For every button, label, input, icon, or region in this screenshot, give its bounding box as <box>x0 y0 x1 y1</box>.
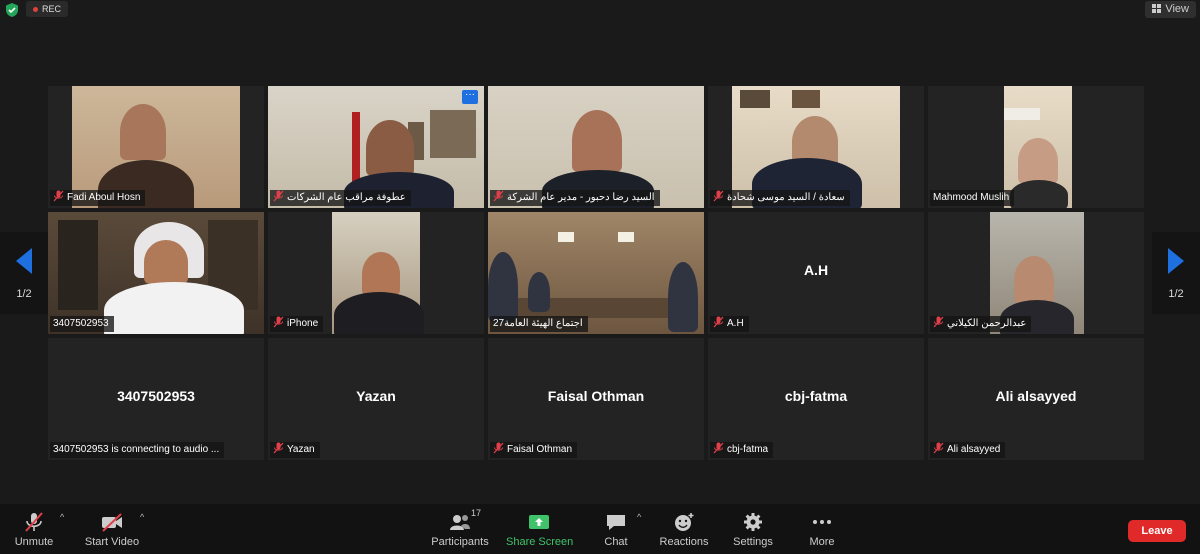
video-tile[interactable]: Fadi Aboul Hosn <box>48 86 264 208</box>
participant-name-tag: Mahmood Muslih <box>930 190 1015 206</box>
participant-display-name: Faisal Othman <box>547 388 645 404</box>
participant-name-tag: السيد رضا دحبور - مدير عام الشركة <box>490 190 660 206</box>
mic-muted-icon <box>713 190 724 202</box>
video-tile[interactable]: السيد رضا دحبور - مدير عام الشركة <box>488 86 704 208</box>
video-tile[interactable]: Faisal Othman Faisal Othman <box>488 338 704 460</box>
participant-display-name: Yazan <box>356 388 396 404</box>
video-tile[interactable]: A.H A.H <box>708 212 924 334</box>
reactions-button[interactable]: Reactions <box>658 504 710 554</box>
participant-name-tag: Ali alsayyed <box>930 442 1006 458</box>
next-page-button[interactable]: 1/2 <box>1152 232 1200 314</box>
participants-icon <box>450 515 470 530</box>
participant-display-name: 3407502953 <box>117 388 195 404</box>
encryption-shield-icon[interactable] <box>4 2 20 18</box>
recording-dot-icon <box>33 7 38 13</box>
chat-options-caret-icon[interactable]: ^ <box>637 512 641 522</box>
mic-muted-icon <box>53 190 64 202</box>
audio-options-caret-icon[interactable]: ^ <box>60 512 64 522</box>
mic-muted-icon <box>273 190 284 202</box>
mic-muted-icon <box>493 190 504 202</box>
mic-muted-icon <box>713 442 724 454</box>
page-indicator: 1/2 <box>1168 288 1184 300</box>
participant-name-tag: 3407502953 is connecting to audio ... <box>50 442 225 458</box>
video-tile[interactable]: ··· عطوفة مراقب عام الشركات <box>268 86 484 208</box>
tile-options-button[interactable]: ··· <box>462 90 478 104</box>
mic-muted-icon <box>713 316 724 328</box>
video-tile[interactable]: cbj-fatma cbj-fatma <box>708 338 924 460</box>
video-tile[interactable]: iPhone <box>268 212 484 334</box>
meeting-toolbar: Unmute ^ Start Video ^ Participants 17 S… <box>0 504 1200 554</box>
participant-name-tag: Fadi Aboul Hosn <box>50 190 146 206</box>
participant-display-name: cbj-fatma <box>784 388 848 404</box>
participant-name-tag: 3407502953 <box>50 316 114 332</box>
participant-name-tag: Faisal Othman <box>490 442 578 458</box>
participant-name-tag: iPhone <box>270 316 324 332</box>
video-tile[interactable]: Yazan Yazan <box>268 338 484 460</box>
video-tile[interactable]: 3407502953 3407502953 is connecting to a… <box>48 338 264 460</box>
video-tile[interactable]: عبدالرحمن الكيلاني <box>928 212 1144 334</box>
video-off-icon <box>102 513 122 532</box>
participants-count-badge: 17 <box>471 508 482 518</box>
participant-video <box>332 212 424 334</box>
mic-muted-icon <box>933 442 944 454</box>
settings-button[interactable]: Settings <box>728 504 778 554</box>
participant-name-tag: Yazan <box>270 442 320 458</box>
chat-button[interactable]: Chat <box>594 504 638 554</box>
participant-name-tag: A.H <box>710 316 749 332</box>
video-tile[interactable]: سعادة / السيد موسى شحادة <box>708 86 924 208</box>
participant-display-name: A.H <box>803 262 829 278</box>
participant-display-name: Ali alsayyed <box>995 388 1077 404</box>
unmute-button[interactable]: Unmute <box>6 504 62 554</box>
participant-name-tag: 27اجتماع الهيئة العامة <box>490 316 588 332</box>
participant-name-tag: cbj-fatma <box>710 442 774 458</box>
previous-page-button[interactable]: 1/2 <box>0 232 48 314</box>
video-tile[interactable]: Mahmood Muslih <box>928 86 1144 208</box>
participant-name-tag: عطوفة مراقب عام الشركات <box>270 190 411 206</box>
smiley-plus-icon <box>675 513 694 531</box>
arrow-left-icon <box>16 248 32 274</box>
more-button[interactable]: More <box>800 504 844 554</box>
top-bar: REC View <box>0 0 1200 20</box>
mic-muted-icon <box>273 316 284 328</box>
participant-name-tag: سعادة / السيد موسى شحادة <box>710 190 850 206</box>
grid-icon <box>1152 4 1162 13</box>
start-video-button[interactable]: Start Video <box>82 504 142 554</box>
more-dots-icon <box>813 520 831 524</box>
arrow-right-icon <box>1168 248 1184 274</box>
mic-muted-icon <box>273 442 284 454</box>
view-button[interactable]: View <box>1145 1 1196 18</box>
mic-muted-icon <box>25 512 43 532</box>
participant-name-tag: عبدالرحمن الكيلاني <box>930 316 1032 332</box>
chat-icon <box>607 515 625 530</box>
video-options-caret-icon[interactable]: ^ <box>140 512 144 522</box>
recording-indicator[interactable]: REC <box>26 1 69 17</box>
video-tile[interactable]: Ali alsayyed Ali alsayyed <box>928 338 1144 460</box>
share-screen-icon <box>529 515 549 529</box>
participant-video <box>1004 86 1072 208</box>
video-tile[interactable]: 27اجتماع الهيئة العامة <box>488 212 704 334</box>
gear-icon <box>744 513 762 531</box>
mic-muted-icon <box>933 316 944 328</box>
page-indicator: 1/2 <box>16 288 32 300</box>
leave-button[interactable]: Leave <box>1128 520 1186 542</box>
share-screen-button[interactable]: Share Screen <box>506 504 573 554</box>
video-tile[interactable]: 3407502953 <box>48 212 264 334</box>
mic-muted-icon <box>493 442 504 454</box>
